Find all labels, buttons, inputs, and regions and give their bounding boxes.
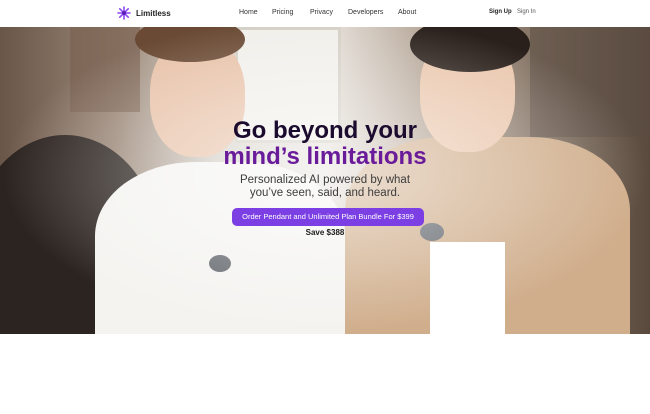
brand-name: Limitless <box>136 8 171 18</box>
save-label: Save $388 <box>305 228 345 237</box>
brand[interactable]: Limitless <box>117 6 171 20</box>
hero-headline-line2: mind’s limitations <box>223 143 427 170</box>
top-nav: Limitless Home Pricing Privacy Developer… <box>0 0 650 27</box>
nav-link-privacy[interactable]: Privacy <box>310 9 333 16</box>
sign-up-link[interactable]: Sign Up <box>489 9 512 15</box>
hero-subhead-line1: Personalized AI powered by what <box>239 174 411 186</box>
nav-link-about[interactable]: About <box>398 9 416 16</box>
limitless-logo-icon <box>117 6 131 20</box>
nav-link-developers[interactable]: Developers <box>348 9 383 16</box>
nav-link-pricing[interactable]: Pricing <box>272 9 293 16</box>
nav-link-home[interactable]: Home <box>239 9 258 16</box>
sign-in-link[interactable]: Sign In <box>517 9 536 15</box>
hero-subhead-line2: you’ve seen, said, and heard. <box>249 187 401 199</box>
order-bundle-button[interactable]: Order Pendant and Unlimited Plan Bundle … <box>232 208 424 226</box>
hero-headline-line1: Go beyond your <box>232 117 417 144</box>
